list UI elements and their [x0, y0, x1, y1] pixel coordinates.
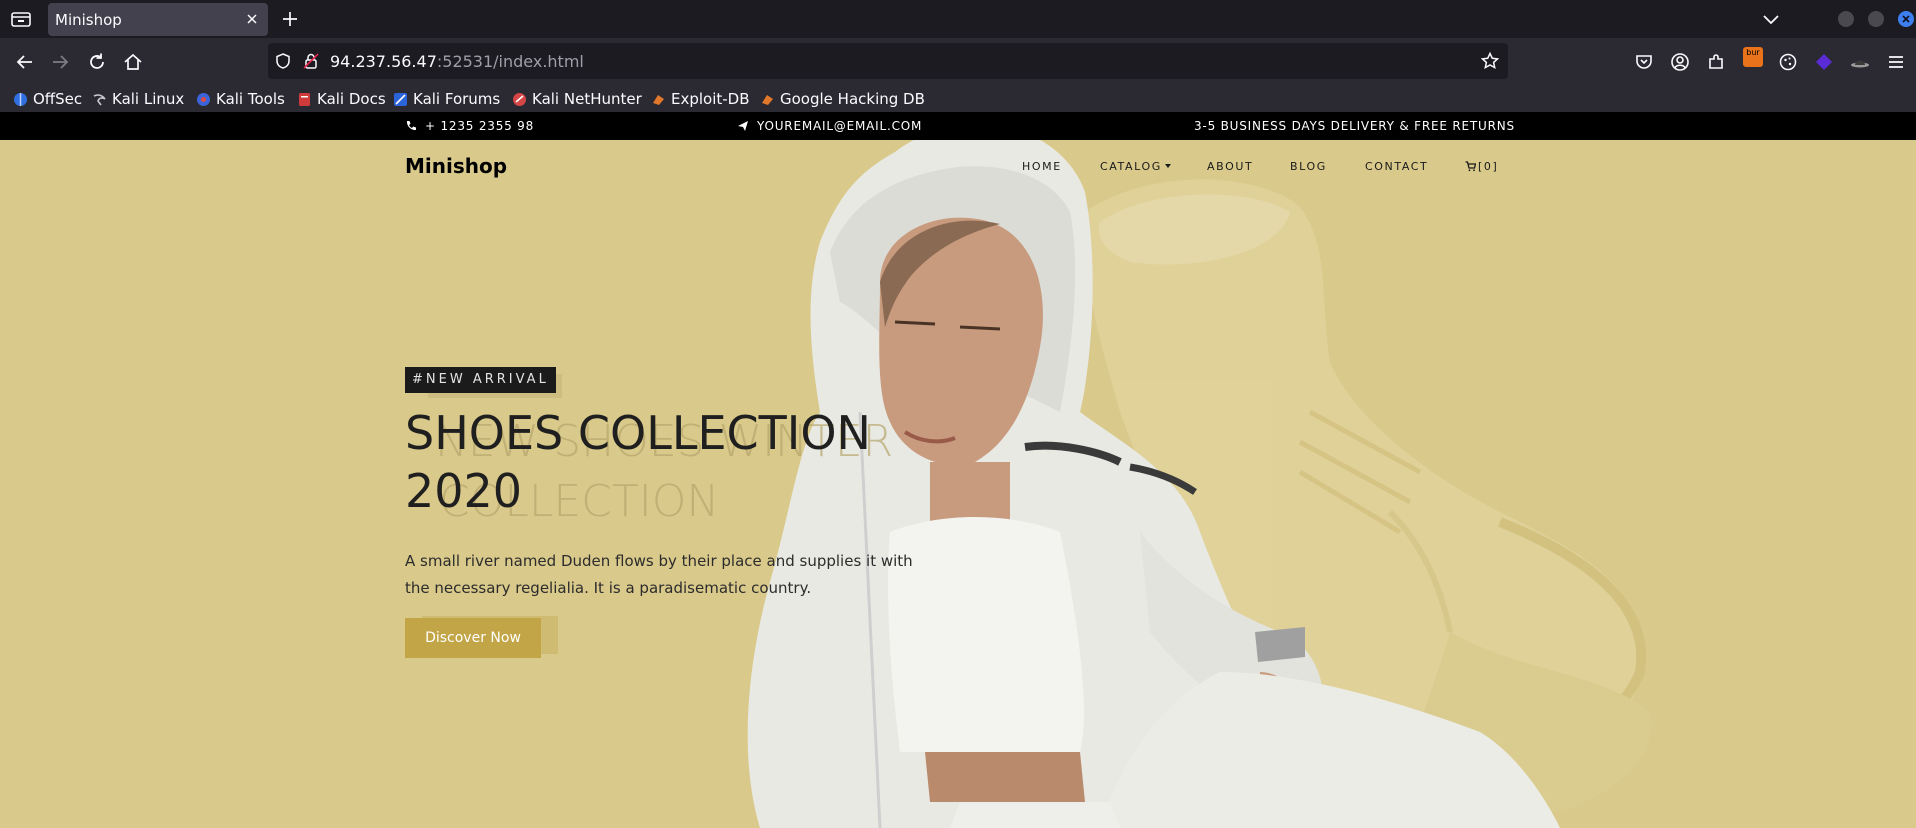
shield-icon[interactable] — [274, 52, 292, 70]
hero-image — [747, 124, 1652, 828]
nav-cart[interactable]: [0] — [1465, 160, 1498, 173]
discover-now-button[interactable]: Discover Now — [405, 618, 541, 658]
back-arrow-icon[interactable] — [14, 51, 36, 73]
bookmark-kali-nethunter[interactable]: Kali NetHunter — [512, 88, 642, 110]
extensions-icon[interactable] — [1706, 52, 1726, 72]
burp-badge-text: bur — [1746, 48, 1760, 57]
bookmark-kali-docs[interactable]: Kali Docs — [297, 88, 386, 110]
bookmark-kali-forums[interactable]: Kali Forums — [393, 88, 500, 110]
tab-title: Minishop — [55, 11, 122, 29]
browser-window: Minishop 94.237.56.47:52531/index.html b… — [0, 0, 1916, 828]
maximize-button[interactable] — [1868, 11, 1884, 27]
email-address: YOUREMAIL@EMAIL.COM — [757, 119, 923, 133]
hero-headline-line1: SHOES COLLECTION — [405, 406, 871, 460]
nav-blog[interactable]: BLOG — [1290, 160, 1327, 173]
cookie-icon[interactable] — [1778, 52, 1798, 72]
url-path: :52531/index.html — [436, 52, 584, 71]
burp-extension-icon[interactable]: bur — [1742, 46, 1764, 68]
offsec-icon — [14, 92, 27, 106]
kali-docs-icon — [299, 92, 310, 106]
hamburger-menu-icon[interactable] — [1886, 52, 1906, 72]
close-window-button[interactable] — [1898, 11, 1914, 27]
url-host: 94.237.56.47 — [330, 52, 437, 71]
ghdb-icon — [762, 94, 773, 105]
hero-headline-line2: 2020 — [405, 464, 523, 518]
kali-tools-icon — [197, 92, 210, 106]
navigation-toolbar: 94.237.56.47:52531/index.html bur — [0, 38, 1916, 86]
new-tab-icon[interactable] — [280, 9, 300, 29]
delivery-note: 3-5 BUSINESS DAYS DELIVERY & FREE RETURN… — [1194, 119, 1515, 133]
bookmarks-toolbar: OffSec Kali Linux Kali Tools Kali Docs K… — [0, 86, 1916, 112]
bookmark-star-icon[interactable] — [1480, 51, 1500, 71]
caret-down-icon — [1164, 164, 1171, 168]
bookmark-label: OffSec — [33, 90, 83, 108]
tab-close-icon[interactable] — [244, 11, 260, 27]
bookmark-label: Kali Tools — [216, 90, 285, 108]
phone-contact[interactable]: + 1235 2355 98 — [405, 119, 534, 133]
kali-forums-icon — [394, 92, 407, 106]
new-arrival-badge: #NEW ARRIVAL — [405, 367, 556, 393]
insecure-lock-icon[interactable] — [302, 52, 320, 70]
account-icon[interactable] — [1670, 52, 1690, 72]
nav-contact[interactable]: CONTACT — [1365, 160, 1428, 173]
bookmark-kali-tools[interactable]: Kali Tools — [196, 88, 285, 110]
bookmark-label: Kali NetHunter — [532, 90, 642, 108]
hat-extension-icon[interactable] — [1850, 52, 1870, 72]
bookmark-offsec[interactable]: OffSec — [13, 88, 82, 110]
kali-dragon-icon — [93, 93, 106, 105]
purple-extension-icon[interactable] — [1814, 52, 1834, 72]
phone-icon — [406, 121, 416, 131]
hero-description: A small river named Duden flows by their… — [405, 552, 913, 597]
nav-home[interactable]: HOME — [1022, 160, 1062, 173]
nav-catalog-label: CATALOG — [1100, 160, 1162, 173]
nav-about[interactable]: ABOUT — [1207, 160, 1253, 173]
pocket-icon[interactable] — [1634, 52, 1654, 72]
active-tab[interactable]: Minishop — [48, 3, 268, 36]
url-text[interactable]: 94.237.56.47:52531/index.html — [330, 52, 584, 71]
nethunter-icon — [513, 92, 526, 106]
address-bar[interactable]: 94.237.56.47:52531/index.html — [268, 43, 1508, 79]
reload-icon[interactable] — [86, 51, 108, 73]
forward-arrow-icon[interactable] — [49, 51, 71, 73]
tab-bar: Minishop — [0, 0, 1916, 38]
bookmark-google-hacking-db[interactable]: Google Hacking DB — [760, 88, 925, 110]
bookmark-exploit-db[interactable]: Exploit-DB — [651, 88, 750, 110]
tab-list-icon[interactable] — [10, 9, 32, 29]
chevron-down-icon[interactable] — [1761, 10, 1781, 28]
page-viewport: + 1235 2355 98 YOUREMAIL@EMAIL.COM 3-5 B… — [0, 112, 1916, 828]
phone-number: + 1235 2355 98 — [425, 119, 535, 133]
delivery-text: 3-5 BUSINESS DAYS DELIVERY & FREE RETURN… — [1194, 119, 1515, 133]
announcement-bar: + 1235 2355 98 YOUREMAIL@EMAIL.COM 3-5 B… — [0, 112, 1916, 140]
bookmark-label: Kali Docs — [317, 90, 386, 108]
email-contact[interactable]: YOUREMAIL@EMAIL.COM — [737, 119, 922, 133]
nav-catalog[interactable]: CATALOG — [1100, 160, 1171, 173]
burp-icon: bur — [1743, 47, 1763, 67]
site-navbar: Minishop HOME CATALOG ABOUT BLOG CONTACT… — [0, 140, 1916, 196]
cart-count: [0] — [1478, 160, 1499, 173]
bookmark-label: Kali Linux — [112, 90, 185, 108]
minimize-button[interactable] — [1838, 11, 1854, 27]
cart-icon — [1465, 161, 1476, 172]
bookmark-label: Kali Forums — [413, 90, 501, 108]
bookmark-kali-linux[interactable]: Kali Linux — [92, 88, 184, 110]
bookmark-label: Google Hacking DB — [780, 90, 925, 108]
paper-plane-icon — [738, 121, 748, 131]
home-icon[interactable] — [122, 51, 144, 73]
close-icon — [1902, 15, 1910, 23]
exploit-db-icon — [653, 94, 664, 105]
bookmark-label: Exploit-DB — [671, 90, 750, 108]
hero-headline: SHOES COLLECTION 2020 — [405, 404, 871, 520]
brand-logo[interactable]: Minishop — [405, 154, 507, 178]
